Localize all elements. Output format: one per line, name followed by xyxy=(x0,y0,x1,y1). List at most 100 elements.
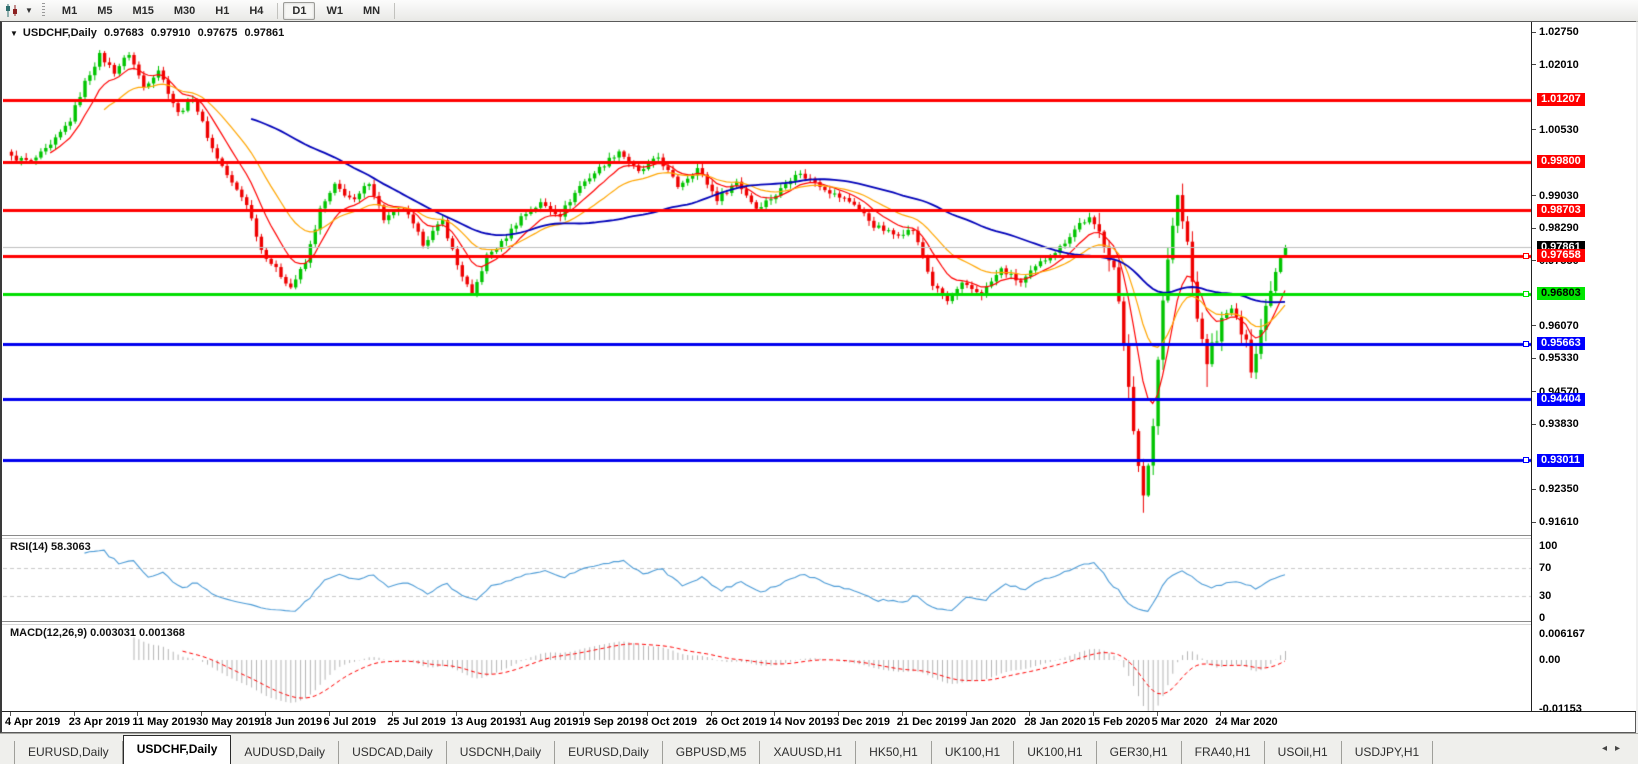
price-badge: 0.93011 xyxy=(1537,454,1584,467)
price-tick-text: 0.95330 xyxy=(1539,352,1579,364)
rsi-scale-label: 70 xyxy=(1539,562,1551,574)
toolbar-divider xyxy=(277,3,278,19)
price-tick-text: 0.91610 xyxy=(1539,516,1579,528)
price-tick-text: 0.96070 xyxy=(1539,320,1579,332)
pane-separator[interactable] xyxy=(2,535,1531,539)
tick-dash xyxy=(1532,228,1536,229)
price-tick: 1.02010 xyxy=(1532,59,1579,71)
rsi-scale-label: 100 xyxy=(1539,540,1557,552)
chart-tab-gbpusd-m5[interactable]: GBPUSD,M5 xyxy=(663,741,761,764)
price-badge: 1.01207 xyxy=(1537,93,1585,106)
chart-symbol-label: USDCHF,Daily xyxy=(23,27,97,39)
ohlc-low: 0.97675 xyxy=(198,27,238,39)
pane-separator[interactable] xyxy=(2,621,1531,625)
chart-type-dropdown-caret[interactable]: ▼ xyxy=(25,6,33,15)
chart-tab-bar: EURUSD,DailyUSDCHF,DailyAUDUSD,DailyUSDC… xyxy=(0,733,1638,764)
macd-indicator-canvas[interactable] xyxy=(3,624,1531,712)
timeframe-button-d1[interactable]: D1 xyxy=(283,2,315,20)
tick-dash xyxy=(1532,129,1536,130)
chart-tab-audusd-daily[interactable]: AUDUSD,Daily xyxy=(231,741,339,764)
price-badge-text: 1.01207 xyxy=(1541,93,1581,105)
date-label: 8 Oct 2019 xyxy=(642,716,697,728)
chart-dropdown-icon[interactable]: ▼ xyxy=(10,29,18,38)
chart-tab-hk50-h1[interactable]: HK50,H1 xyxy=(856,741,932,764)
chart-window: ▼USDCHF,Daily 0.97683 0.97910 0.97675 0.… xyxy=(0,21,1636,733)
price-tick: 0.95330 xyxy=(1532,352,1579,364)
candlestick-chart-icon[interactable] xyxy=(4,3,20,18)
chart-tab-usdcad-daily[interactable]: USDCAD,Daily xyxy=(339,741,447,764)
level-drag-handle[interactable] xyxy=(1523,253,1529,259)
tick-dash xyxy=(1532,195,1536,196)
timeframe-button-m5[interactable]: M5 xyxy=(88,2,121,20)
chart-tab-uk100-h1[interactable]: UK100,H1 xyxy=(932,741,1014,764)
price-axis[interactable]: 1.027501.020101.005300.990300.982900.975… xyxy=(1532,22,1636,711)
level-drag-handle[interactable] xyxy=(1523,341,1529,347)
tick-dash xyxy=(1532,64,1536,65)
tick-dash xyxy=(1532,522,1536,523)
rsi-scale-label: 30 xyxy=(1539,590,1551,602)
chart-title: ▼USDCHF,Daily 0.97683 0.97910 0.97675 0.… xyxy=(10,27,288,39)
chart-tab-ger30-h1[interactable]: GER30,H1 xyxy=(1097,741,1182,764)
timeframe-button-h1[interactable]: H1 xyxy=(206,2,238,20)
date-label: 25 Jul 2019 xyxy=(387,716,446,728)
price-badge-text: 0.93011 xyxy=(1541,454,1580,466)
price-tick: 0.93830 xyxy=(1532,418,1579,430)
rsi-indicator-canvas[interactable] xyxy=(3,538,1531,622)
price-chart-canvas[interactable] xyxy=(3,23,1531,536)
tab-scroll-left-icon[interactable]: ◂ xyxy=(1602,743,1615,754)
price-tick-text: 1.02010 xyxy=(1539,59,1579,71)
rsi-scale-label-text: 0 xyxy=(1539,612,1545,624)
time-axis[interactable]: 4 Apr 201923 Apr 201911 May 201930 May 2… xyxy=(2,712,1531,731)
level-drag-handle[interactable] xyxy=(1523,291,1529,297)
macd-main-value: 0.003031 xyxy=(90,627,136,639)
price-tick-text: 1.02750 xyxy=(1539,26,1579,38)
tick-dash xyxy=(1532,358,1536,359)
chart-tab-usoil-h1[interactable]: USOil,H1 xyxy=(1265,741,1342,764)
date-label: 21 Dec 2019 xyxy=(897,716,960,728)
rsi-scale-label: 0 xyxy=(1539,612,1545,624)
date-label: 11 May 2019 xyxy=(132,716,196,728)
tick-dash xyxy=(1532,325,1536,326)
timeframe-button-mn[interactable]: MN xyxy=(354,2,389,20)
timeframe-button-m1[interactable]: M1 xyxy=(53,2,86,20)
chart-tab-uk100-h1[interactable]: UK100,H1 xyxy=(1014,741,1096,764)
tab-scroll-arrows[interactable]: ◂▸ xyxy=(1602,743,1628,754)
date-label: 13 Aug 2019 xyxy=(451,716,515,728)
chart-tab-usdjpy-h1[interactable]: USDJPY,H1 xyxy=(1342,741,1433,764)
ohlc-close: 0.97861 xyxy=(244,27,284,39)
rsi-scale-label-text: 100 xyxy=(1539,540,1557,552)
macd-signal-value: 0.001368 xyxy=(139,627,185,639)
macd-label: MACD(12,26,9) 0.003031 0.001368 xyxy=(10,627,185,639)
rsi-scale-label-text: 70 xyxy=(1539,562,1551,574)
timeframe-button-h4[interactable]: H4 xyxy=(240,2,272,20)
trading-terminal: ▼ M1 M5 M15 M30 H1 H4 D1 W1 MN ▼ USDCHF,D… xyxy=(0,0,1638,764)
ohlc-high: 0.97910 xyxy=(151,27,191,39)
timeframe-button-w1[interactable]: W1 xyxy=(317,2,352,20)
macd-scale-label: 0.006167 xyxy=(1539,628,1585,640)
chart-tab-fra40-h1[interactable]: FRA40,H1 xyxy=(1182,741,1265,764)
rsi-scale-label-text: 30 xyxy=(1539,590,1551,602)
level-drag-handle[interactable] xyxy=(1523,457,1529,463)
price-badge: 0.97658 xyxy=(1537,249,1585,262)
date-label: 3 Dec 2019 xyxy=(833,716,890,728)
rsi-label: RSI(14) 58.3063 xyxy=(10,541,91,553)
chart-tab-xauusd-h1[interactable]: XAUUSD,H1 xyxy=(760,741,856,764)
macd-scale-label-text: 0.006167 xyxy=(1539,628,1585,640)
chart-tab-usdchf-daily[interactable]: USDCHF,Daily xyxy=(123,735,232,764)
chart-tab-eurusd-daily[interactable]: EURUSD,Daily xyxy=(14,741,123,764)
price-badge-text: 0.96803 xyxy=(1541,287,1581,299)
macd-scale-label: 0.00 xyxy=(1539,654,1560,666)
price-tick-text: 0.99030 xyxy=(1539,190,1579,202)
macd-name: MACD(12,26,9) xyxy=(10,627,87,639)
tab-scroll-right-icon[interactable]: ▸ xyxy=(1615,743,1628,754)
price-badge: 0.95663 xyxy=(1537,337,1585,350)
chart-tab-eurusd-daily[interactable]: EURUSD,Daily xyxy=(555,741,663,764)
timeframe-button-m15[interactable]: M15 xyxy=(123,2,162,20)
price-badge-text: 0.99800 xyxy=(1541,155,1581,167)
chart-tab-usdcnh-daily[interactable]: USDCNH,Daily xyxy=(447,741,555,764)
toolbar-divider xyxy=(394,3,395,19)
timeframe-button-m30[interactable]: M30 xyxy=(165,2,204,20)
price-tick: 0.96070 xyxy=(1532,320,1579,332)
date-label: 30 May 2019 xyxy=(196,716,260,728)
price-tick-text: 1.00530 xyxy=(1539,124,1579,136)
